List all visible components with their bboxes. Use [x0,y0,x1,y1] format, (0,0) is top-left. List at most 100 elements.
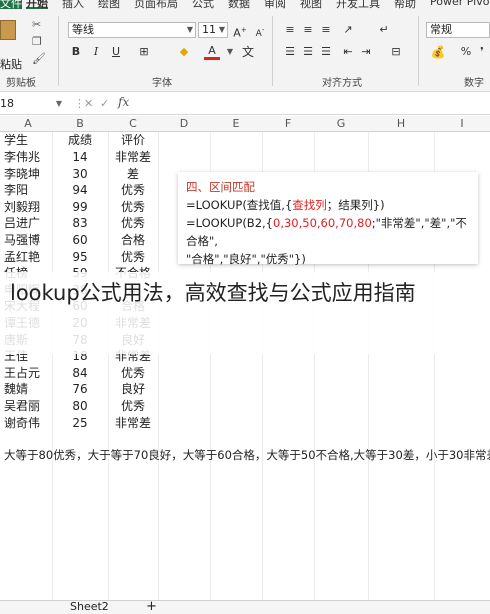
score-cell[interactable]: 80 [52,398,108,415]
format-painter-icon[interactable]: 🖌 [32,50,46,67]
rating-rule-note[interactable]: 大等于80优秀，大于等于70良好，大等于60合格，大等于50不合格,大等于30差… [4,447,490,463]
paste-button[interactable]: 粘贴 [0,18,24,71]
rating-cell[interactable]: 合格 [108,232,158,249]
menu-review[interactable]: 审阅 [264,0,286,10]
score-cell[interactable]: 30 [52,166,108,183]
column-header-c[interactable]: C [108,117,158,130]
column-header-b[interactable]: B [52,117,108,130]
orientation-icon[interactable]: ↗ [340,22,356,38]
copy-icon[interactable]: ❐ [32,33,46,50]
align-right-icon[interactable]: ☰ [318,44,334,60]
enter-icon[interactable]: ✓ [100,96,109,112]
score-cell[interactable]: 95 [52,249,108,266]
rating-cell[interactable]: 非常差 [108,415,158,432]
student-name-cell[interactable]: 王占元 [4,365,40,382]
title-overlay: lookup公式用法，高效查找与公式应用指南 [0,272,490,354]
menu-draw[interactable]: 绘图 [98,0,120,10]
column-header-e[interactable]: E [210,117,262,130]
menu-file[interactable]: 文件 [0,0,22,10]
score-cell[interactable]: 25 [52,415,108,432]
menu-help[interactable]: 帮助 [394,0,416,10]
tip-line-2: =LOOKUP(B2,{0,30,50,60,70,80;"非常差","差","… [186,214,470,250]
bold-button[interactable]: B [68,44,84,60]
shrink-font-icon[interactable]: A- [252,22,268,39]
align-bottom-icon[interactable]: ≡ [318,22,334,38]
menu-view[interactable]: 视图 [300,0,322,10]
header-cell-score[interactable]: 成绩 [52,132,108,149]
percent-button[interactable]: % [458,44,474,60]
rating-cell[interactable]: 优秀 [108,182,158,199]
rating-cell[interactable]: 良好 [108,381,158,398]
score-cell[interactable]: 99 [52,199,108,216]
name-box[interactable]: 18 ▼ [0,96,68,112]
score-cell[interactable]: 94 [52,182,108,199]
menu-insert[interactable]: 插入 [62,0,84,10]
font-name-select[interactable]: 等线 ▼ [68,22,196,38]
column-header-d[interactable]: D [158,117,210,130]
article-title: lookup公式用法，高效查找与公式应用指南 [10,281,416,305]
increase-indent-icon[interactable]: ⇥ [358,44,374,60]
chevron-down-icon[interactable]: ▼ [222,44,238,60]
header-cell-student[interactable]: 学生 [4,132,28,149]
menu-page-layout[interactable]: 页面布局 [134,0,178,10]
student-name-cell[interactable]: 吴君丽 [4,398,40,415]
header-cell-rating[interactable]: 评价 [108,132,158,149]
student-name-cell[interactable]: 刘毅翔 [4,199,40,216]
phonetic-icon[interactable]: 文 [240,44,256,60]
borders-icon[interactable]: ⊞ [136,44,152,60]
rating-cell[interactable]: 优秀 [108,249,158,266]
sheet-tab[interactable]: Sheet2 [70,600,109,613]
comma-style-icon[interactable]: ❜ [474,44,490,60]
student-name-cell[interactable]: 李伟兆 [4,149,40,166]
rating-cell[interactable]: 非常差 [108,149,158,166]
rating-cell[interactable]: 优秀 [108,199,158,216]
align-middle-icon[interactable]: ≡ [300,22,316,38]
score-cell[interactable]: 83 [52,215,108,232]
student-name-cell[interactable]: 李晓坤 [4,166,40,183]
student-name-cell[interactable]: 魏婧 [4,381,28,398]
merge-center-icon[interactable]: ⊟ [388,44,404,60]
student-name-cell[interactable]: 李阳 [4,182,28,199]
font-color-button[interactable]: A [204,44,220,60]
italic-button[interactable]: I [88,44,104,60]
underline-button[interactable]: U [108,44,124,60]
column-header-i[interactable]: I [434,117,490,130]
font-name-value: 等线 [72,23,94,36]
student-name-cell[interactable]: 吕进广 [4,215,40,232]
menu-developer[interactable]: 开发工具 [336,0,380,10]
score-cell[interactable]: 60 [52,232,108,249]
student-name-cell[interactable]: 谢奇伟 [4,415,40,432]
student-name-cell[interactable]: 孟红艳 [4,249,40,266]
rating-cell[interactable]: 优秀 [108,215,158,232]
wrap-text-icon[interactable]: ↵ [376,22,392,38]
cancel-icon[interactable]: ✕ [84,96,93,112]
currency-icon[interactable]: 💰 [430,44,446,60]
cut-icon[interactable]: ✂ [32,16,46,33]
formula-tip-box: 四、区间匹配 =LOOKUP(查找值,{查找列；结果列}) =LOOKUP(B2… [178,172,478,266]
score-cell[interactable]: 14 [52,149,108,166]
add-sheet-button[interactable]: + [146,599,157,614]
font-size-select[interactable]: 11 ▼ [198,22,228,38]
score-cell[interactable]: 76 [52,381,108,398]
align-top-icon[interactable]: ≡ [282,22,298,38]
column-header-g[interactable]: G [314,117,368,130]
score-cell[interactable]: 84 [52,365,108,382]
fill-color-icon[interactable]: ◆ [176,44,192,60]
decrease-indent-icon[interactable]: ⇤ [340,44,356,60]
rating-cell[interactable]: 优秀 [108,365,158,382]
grow-font-icon[interactable]: A+ [232,22,248,40]
column-header-h[interactable]: H [368,117,434,130]
student-name-cell[interactable]: 马强博 [4,232,40,249]
number-format-select[interactable]: 常规 [426,22,490,38]
align-center-icon[interactable]: ☰ [300,44,316,60]
menu-power-pivot[interactable]: Power Pivot [430,0,490,9]
column-header-f[interactable]: F [262,117,314,130]
insert-function-button[interactable]: fx [118,95,129,109]
menu-formulas[interactable]: 公式 [192,0,214,10]
rating-cell[interactable]: 差 [108,166,158,183]
column-header-a[interactable]: A [4,117,52,130]
menu-home[interactable]: 开始 [26,0,48,10]
rating-cell[interactable]: 优秀 [108,398,158,415]
menu-data[interactable]: 数据 [228,0,250,10]
align-left-icon[interactable]: ☰ [282,44,298,60]
